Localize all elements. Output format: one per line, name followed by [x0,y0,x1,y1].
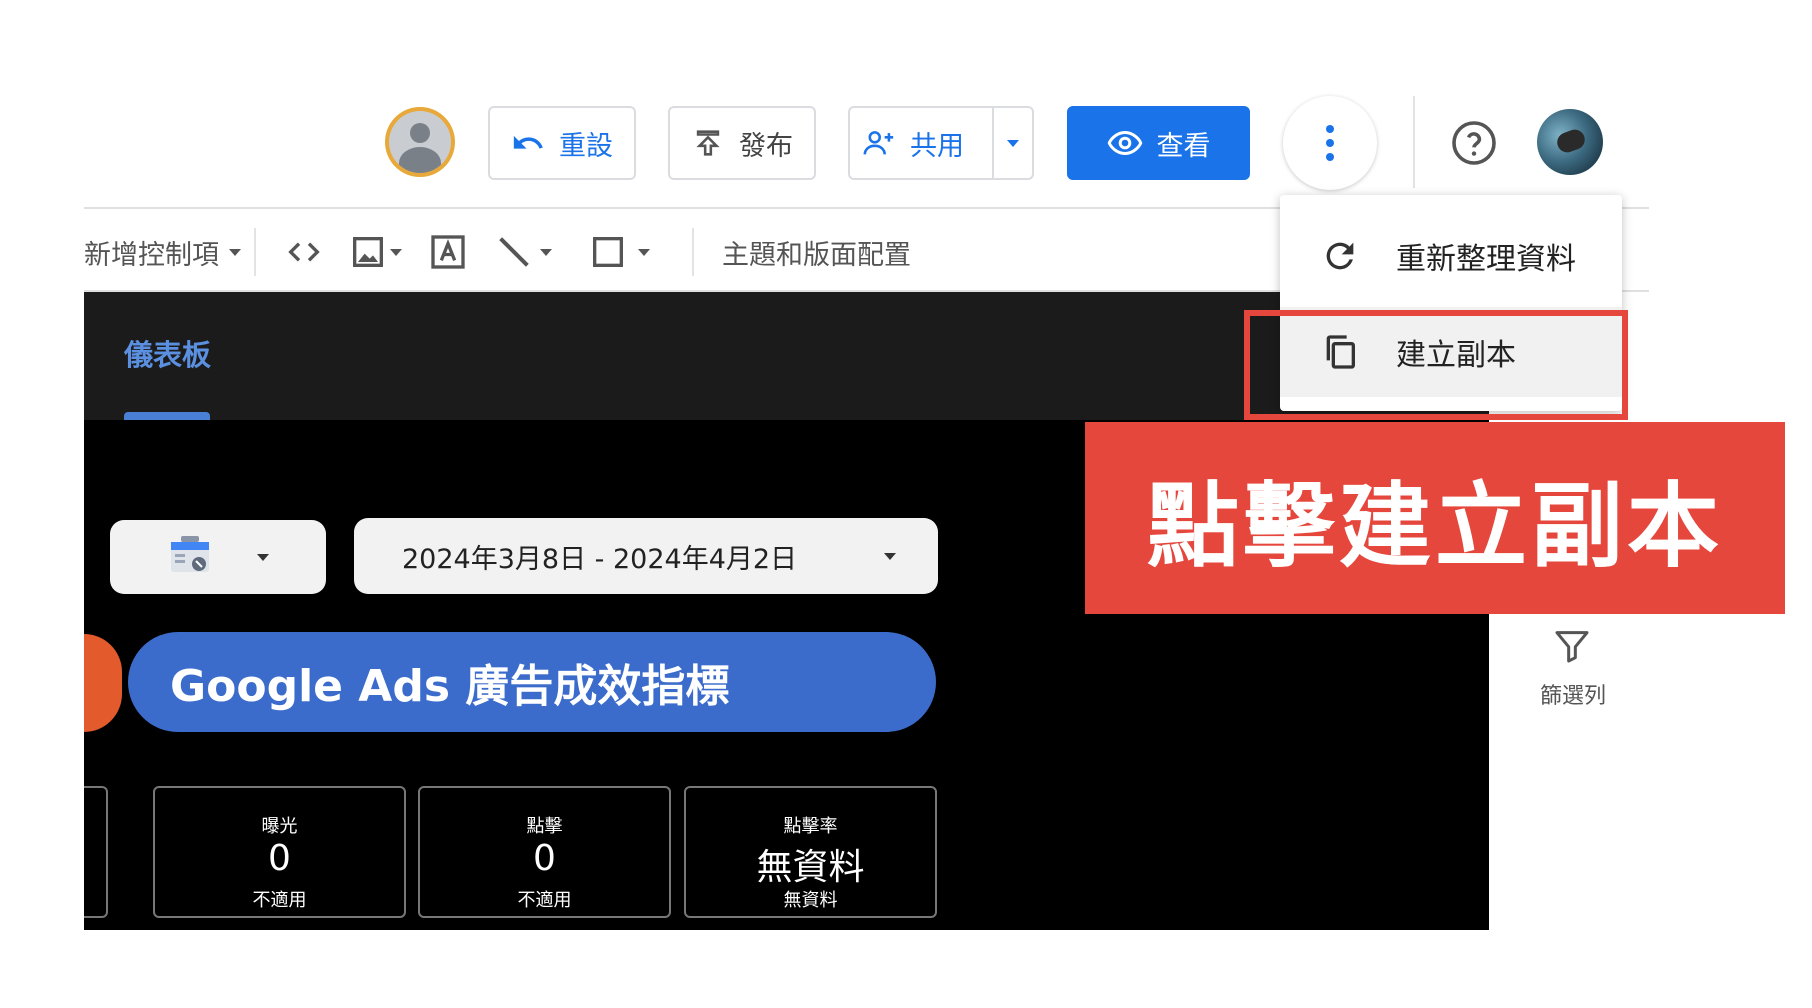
chevron-down-icon [540,248,552,256]
undo-icon [513,135,543,149]
data-source-control[interactable] [110,520,326,594]
rectangle-icon [593,237,623,267]
text-box-icon [431,235,465,269]
toolbar-divider [254,228,256,276]
line-icon [499,237,529,267]
scorecard-label: 點擊率 [783,816,838,837]
scorecard-comparison: 不適用 [252,890,307,911]
scorecard-label: 曝光 [261,816,298,837]
eye-icon [1107,130,1142,156]
share-label: 共用 [910,130,964,162]
line-button[interactable] [494,232,552,272]
chevron-down-icon [390,248,402,256]
text-box-button[interactable] [428,232,468,272]
filter-bar-label[interactable]: 篩選列 [1525,678,1621,710]
section-banner: Google Ads 廣告成效指標 [128,632,936,732]
view-button[interactable]: 查看 [1067,106,1250,180]
active-tab-indicator [124,412,210,420]
reset-button[interactable]: 重設 [488,106,636,180]
toolbar-divider [692,228,694,276]
menu-item-refresh-data[interactable]: 重新整理資料 [1280,211,1622,301]
filter-icon[interactable] [1552,626,1592,666]
share-button[interactable]: 共用 [848,106,1034,180]
chevron-down-icon [1007,139,1019,147]
chevron-down-icon [229,248,241,256]
chevron-down-icon [884,552,896,560]
editor-avatar[interactable] [385,107,455,177]
page-tab-dashboard[interactable]: 儀表板 [124,332,211,374]
more-vert-icon [1326,125,1334,161]
image-button[interactable] [348,232,402,272]
account-avatar[interactable] [1537,109,1603,175]
shape-button[interactable] [588,232,650,272]
date-range-value: 2024年3月8日 - 2024年4月2日 [402,543,798,575]
add-control-menu[interactable]: 新增控制項 [84,232,241,272]
instruction-callout: 點擊建立副本 [1085,422,1785,614]
theme-layout-button[interactable]: 主題和版面配置 [722,232,911,272]
share-options-dropdown[interactable] [992,108,1032,178]
screenshot-stage: 重設 發布 共用 查看 新增控制項 主題和版面配置 儀表板 2024年3月8日 … [0,0,1812,1008]
image-icon [353,237,383,267]
scorecard-value: 0 [533,838,556,879]
scorecard-value: 0 [268,838,291,879]
menu-item-label: 重新整理資料 [1396,242,1576,277]
refresh-icon [1326,242,1354,270]
publish-label: 發布 [739,130,793,162]
date-range-control[interactable]: 2024年3月8日 - 2024年4月2日 [354,518,938,594]
reset-label: 重設 [559,130,613,162]
highlight-annotation [1244,310,1628,420]
chevron-down-icon [257,553,269,561]
callout-text: 點擊建立副本 [1146,472,1723,580]
add-person-icon [863,131,894,155]
theme-layout-label: 主題和版面配置 [722,239,911,271]
publish-button[interactable]: 發布 [668,106,816,180]
chevron-down-icon [638,248,650,256]
help-icon[interactable] [1450,119,1498,167]
view-label: 查看 [1156,130,1211,162]
banner-title: Google Ads 廣告成效指標 [170,661,730,712]
search-console-icon [171,536,209,572]
scorecard-partial [84,786,108,918]
scorecard-label: 點擊 [526,816,563,837]
scorecard-impressions[interactable]: 曝光 0 不適用 [153,786,406,918]
scorecard-clicks[interactable]: 點擊 0 不適用 [418,786,671,918]
header-divider [1413,96,1415,188]
scorecard-comparison: 無資料 [783,890,838,911]
code-icon [288,242,320,262]
publish-icon [696,130,720,156]
scorecard-value: 無資料 [756,847,865,888]
add-control-label: 新增控制項 [84,239,219,271]
scorecard-comparison: 不適用 [517,890,572,911]
more-options-button[interactable] [1283,96,1377,190]
scorecard-ctr[interactable]: 點擊率 無資料 無資料 [684,786,937,918]
embed-code-button[interactable] [284,232,324,272]
